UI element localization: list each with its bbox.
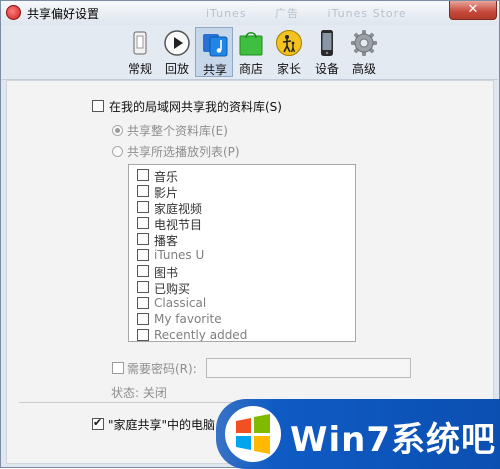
- playlist-checkbox[interactable]: [137, 217, 149, 229]
- background-window-ghost-text: iTunes 广告 iTunes Store: [206, 5, 431, 21]
- tab-store[interactable]: 商店: [232, 27, 270, 77]
- iphone-icon: [321, 30, 333, 56]
- itunes-app-icon: [6, 5, 21, 20]
- home-sharing-checkbox[interactable]: [92, 416, 104, 430]
- playlist-checkbox[interactable]: [137, 265, 149, 277]
- tab-parental[interactable]: 家长: [270, 27, 308, 77]
- playlist-label: 播客: [154, 234, 179, 248]
- close-button[interactable]: ✕: [449, 1, 497, 20]
- playlist-label: Classical: [154, 296, 207, 310]
- require-password-checkbox[interactable]: [112, 362, 124, 374]
- home-sharing-label[interactable]: "家庭共享"中的电脑: [108, 416, 215, 433]
- tab-advanced[interactable]: 高级: [345, 27, 383, 77]
- share-entire-library-radio[interactable]: [112, 125, 123, 136]
- playlist-label: 已购买: [154, 282, 191, 296]
- preferences-toolbar: 常规 回放 共享 商店 家长 设备 高级: [2, 25, 498, 80]
- ghost-text-2: 广告: [275, 7, 300, 20]
- parental-figure-icon: [276, 30, 302, 56]
- playlist-label: 图书: [154, 266, 179, 280]
- playlist-label: 影片: [154, 186, 179, 200]
- share-library-label[interactable]: 在我的局域网共享我的资料库(S): [109, 98, 282, 115]
- preferences-window: 共享偏好设置 iTunes 广告 iTunes Store ✕ 常规 回放 共享…: [0, 0, 500, 469]
- tab-playback[interactable]: 回放: [158, 27, 196, 77]
- playlist-checkbox[interactable]: [137, 185, 149, 197]
- playlist-checkbox[interactable]: [137, 169, 149, 181]
- tab-general[interactable]: 常规: [121, 27, 159, 77]
- shopping-bag-icon: [239, 32, 263, 56]
- share-entire-library-label[interactable]: 共享整个资料库(E): [127, 122, 228, 139]
- close-icon: ✕: [467, 2, 479, 17]
- playlist-label: 音乐: [154, 170, 179, 184]
- playlist-label: 电视节目: [154, 218, 203, 232]
- tab-sharing-label: 共享: [202, 63, 227, 77]
- gear-icon: [351, 30, 377, 56]
- phone-switch-icon: [133, 31, 147, 55]
- playlist-label: Recently added: [154, 328, 248, 342]
- tab-advanced-label: 高级: [351, 62, 376, 76]
- playlist-checkbox[interactable]: [137, 233, 149, 245]
- playlist-checkbox[interactable]: [137, 313, 149, 325]
- tab-parental-label: 家长: [276, 62, 301, 76]
- playlist-list[interactable]: 音乐 影片 家庭视频 电视节目 播客 iTunes U 图书 已购买 Class…: [128, 164, 356, 342]
- sharing-status: 状态: 关闭: [111, 386, 167, 400]
- tab-store-label: 商店: [238, 62, 263, 76]
- watermark-text: Win7系统吧: [290, 420, 497, 460]
- require-password-label[interactable]: 需要密码(R):: [127, 360, 197, 377]
- playlist-checkbox[interactable]: [137, 329, 149, 341]
- window-title: 共享偏好设置: [27, 7, 100, 21]
- tab-sharing[interactable]: 共享: [195, 27, 233, 77]
- music-note-icon: [203, 34, 228, 57]
- playlist-checkbox[interactable]: [137, 281, 149, 293]
- share-selected-playlists-radio[interactable]: [112, 146, 123, 157]
- playlist-label: 家庭视频: [154, 202, 203, 216]
- playlist-label: iTunes U: [154, 248, 205, 262]
- title-bar[interactable]: 共享偏好设置 iTunes 广告 iTunes Store ✕: [1, 1, 499, 25]
- windows-logo-icon: [225, 406, 281, 462]
- playlist-checkbox[interactable]: [137, 201, 149, 213]
- playlist-label: My favorite: [154, 312, 222, 326]
- play-icon: [164, 30, 190, 56]
- ghost-text-3: iTunes Store: [327, 7, 407, 20]
- share-library-checkbox[interactable]: [92, 100, 104, 112]
- tab-devices[interactable]: 设备: [308, 27, 346, 77]
- ghost-text-1: iTunes: [206, 7, 247, 20]
- playlist-checkbox[interactable]: [137, 249, 149, 261]
- tab-general-label: 常规: [127, 62, 152, 76]
- tab-devices-label: 设备: [314, 62, 339, 76]
- playlist-checkbox[interactable]: [137, 297, 149, 309]
- watermark: Win7系统吧: [216, 399, 500, 469]
- tab-playback-label: 回放: [164, 62, 189, 76]
- password-field[interactable]: [206, 358, 411, 378]
- share-selected-playlists-label[interactable]: 共享所选播放列表(P): [127, 143, 240, 160]
